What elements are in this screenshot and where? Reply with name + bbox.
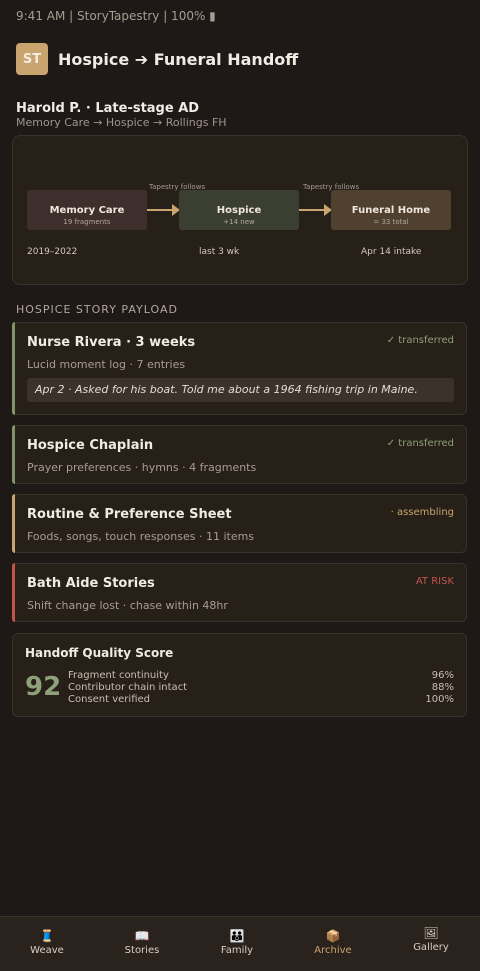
payload-card-hospice-chaplain[interactable]: Hospice Chaplain ✓ transferred Prayer pr… [12, 425, 467, 484]
tab-label: Family [220, 945, 254, 956]
metric-value: 100% [425, 694, 454, 705]
book-icon: 📖 [134, 929, 150, 943]
card-subtitle: Shift change lost · chase within 48hr [27, 599, 228, 612]
stage-memory-care[interactable]: Memory Care 19 fragments [27, 190, 147, 230]
bottom-tab-bar: 🧵 Weave 📖 Stories 👪 Family 📦 Archive 🖼 G… [0, 916, 480, 971]
payload-card-nurse-rivera[interactable]: Nurse Rivera · 3 weeks ✓ transferred Luc… [12, 322, 467, 415]
tab-stories[interactable]: 📖 Stories [102, 929, 182, 956]
payload-card-routine-sheet[interactable]: Routine & Preference Sheet · assembling … [12, 494, 467, 553]
stage-name: Hospice [216, 205, 262, 216]
metric-row: Consent verified 100% [68, 694, 454, 705]
tab-gallery[interactable]: 🖼 Gallery [391, 926, 471, 953]
metric-label: Contributor chain intact [68, 682, 188, 693]
status-badge: · assembling [390, 507, 454, 518]
status-accent [12, 322, 15, 415]
metric-label: Consent verified [68, 694, 150, 705]
status-badge: AT RISK [415, 576, 454, 587]
card-subtitle: Lucid moment log · 7 entries [27, 358, 186, 371]
patient-care-path: Memory Care → Hospice → Rollings FH [16, 116, 227, 129]
card-subtitle: Prayer preferences · hymns · 4 fragments [27, 461, 257, 474]
status-badge: ✓ transferred [386, 438, 454, 449]
section-title: HOSPICE STORY PAYLOAD [16, 303, 178, 316]
card-title: Hospice Chaplain [27, 438, 154, 453]
metric-value: 88% [431, 682, 454, 693]
status-badge: ✓ transferred [386, 335, 454, 346]
tab-family[interactable]: 👪 Family [197, 929, 277, 956]
lucid-moment-quote: Apr 2 · Asked for his boat. Told me abou… [27, 378, 454, 402]
stage-name: Memory Care [49, 205, 125, 216]
metric-row: Contributor chain intact 88% [68, 682, 454, 693]
tab-weave[interactable]: 🧵 Weave [7, 929, 87, 956]
status-accent [12, 563, 15, 622]
family-icon: 👪 [229, 929, 245, 943]
score-title: Handoff Quality Score [25, 646, 174, 660]
archive-box-icon: 📦 [325, 929, 341, 943]
stage-hospice[interactable]: Hospice +14 new [179, 190, 299, 230]
tab-label: Archive [314, 945, 352, 956]
stage-period: last 3 wk [199, 247, 240, 257]
tab-archive[interactable]: 📦 Archive [293, 929, 373, 956]
tab-label: Weave [30, 945, 64, 956]
payload-card-bath-aide[interactable]: Bath Aide Stories AT RISK Shift change l… [12, 563, 467, 622]
stage-name: Funeral Home [351, 205, 431, 216]
metric-label: Fragment continuity [68, 670, 169, 681]
stage-period: 2019–2022 [27, 247, 78, 257]
flow-arrow [299, 204, 332, 216]
flow-arrow [147, 204, 180, 216]
stage-funeral-home[interactable]: Funeral Home = 33 total [331, 190, 451, 230]
stage-count: = 33 total [373, 218, 409, 226]
handoff-quality-score-card: Handoff Quality Score 92 Fragment contin… [12, 633, 467, 717]
status-accent [12, 425, 15, 484]
score-value: 92 [25, 672, 62, 702]
app-header: ST Hospice ➔ Funeral Handoff [16, 43, 298, 75]
status-accent [12, 494, 15, 553]
tab-label: Stories [124, 945, 160, 956]
stage-period: Apr 14 intake [361, 247, 422, 257]
app-logo: ST [16, 43, 48, 75]
gallery-icon: 🖼 [423, 926, 439, 940]
stage-count: +14 new [223, 218, 255, 226]
stage-count: 19 fragments [63, 218, 111, 226]
tab-label: Gallery [413, 942, 449, 953]
metric-value: 96% [431, 670, 454, 681]
metric-row: Fragment continuity 96% [68, 670, 454, 681]
page-title: Hospice ➔ Funeral Handoff [58, 49, 299, 69]
status-bar: 9:41 AM | StoryTapestry | 100% ▮ [16, 9, 216, 23]
card-subtitle: Foods, songs, touch responses · 11 items [27, 530, 255, 543]
card-title: Nurse Rivera · 3 weeks [27, 335, 196, 350]
card-title: Bath Aide Stories [27, 576, 155, 591]
handoff-flow-diagram: Memory Care 19 fragments Tapestry follow… [12, 135, 468, 285]
spool-icon: 🧵 [39, 929, 55, 943]
card-title: Routine & Preference Sheet [27, 507, 232, 522]
patient-name: Harold P. · Late-stage AD [16, 101, 200, 116]
